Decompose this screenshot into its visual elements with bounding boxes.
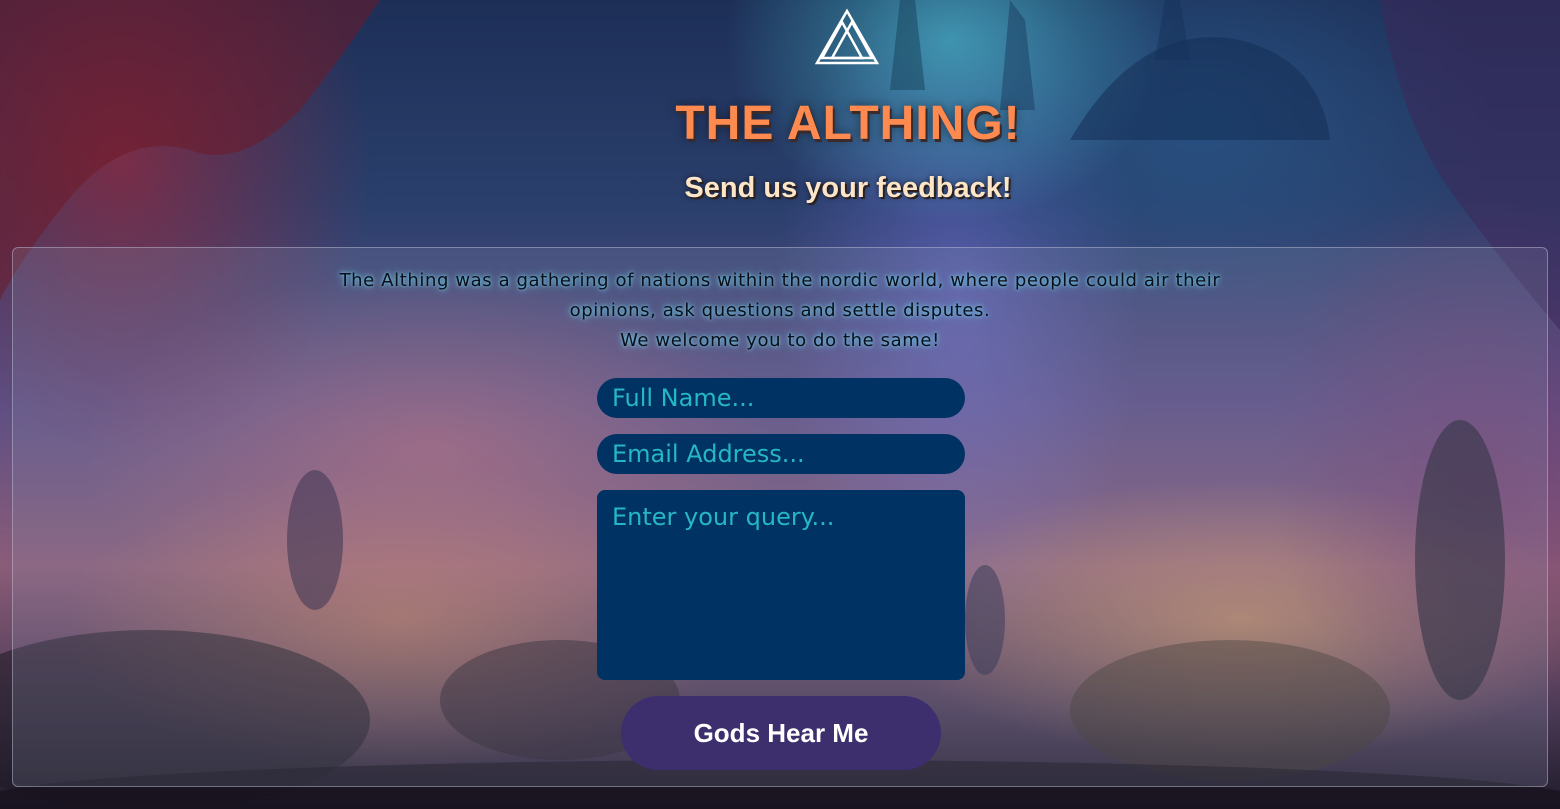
valknut-logo-icon[interactable] — [814, 8, 880, 66]
intro-text: The Althing was a gathering of nations w… — [13, 266, 1547, 356]
email-address-input[interactable] — [597, 434, 965, 474]
query-textarea[interactable] — [597, 490, 965, 680]
intro-line-3: We welcome you to do the same! — [620, 330, 940, 351]
full-name-input[interactable] — [597, 378, 965, 418]
feedback-panel: The Althing was a gathering of nations w… — [12, 247, 1548, 787]
intro-line-2: opinions, ask questions and settle dispu… — [569, 300, 991, 321]
feedback-page: THE ALTHING! Send us your feedback! The … — [0, 0, 1560, 809]
page-subtitle: Send us your feedback! — [684, 172, 1012, 204]
page-title: THE ALTHING! — [675, 97, 1021, 150]
gods-hear-me-submit-button[interactable]: Gods Hear Me — [621, 696, 941, 770]
intro-line-1: The Althing was a gathering of nations w… — [339, 270, 1221, 291]
